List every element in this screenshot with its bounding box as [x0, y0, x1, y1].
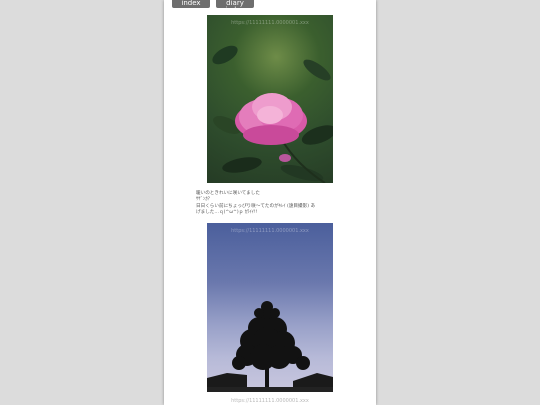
caption-line: げました…ｑ(^ω^)ｐ ｶﾜｲｲ!! — [196, 210, 258, 216]
camellia-image — [212, 45, 333, 183]
diary-index-button[interactable]: diary index — [216, 0, 254, 14]
flower-photo: https://11111111.0000001.xxx — [207, 15, 333, 183]
footer-url: https://11111111.0000001.xxx — [231, 398, 309, 404]
index-button[interactable]: index — [172, 0, 210, 8]
tree-photo: https://11111111.0000001.xxx — [207, 223, 333, 392]
photo-caption: 暖いのときれいに咲いてました ｻｻﾞﾝｶ？ 日日くらい前にちょっぴり咲～てたのが… — [196, 191, 346, 217]
tree-silhouette-image — [207, 301, 333, 392]
